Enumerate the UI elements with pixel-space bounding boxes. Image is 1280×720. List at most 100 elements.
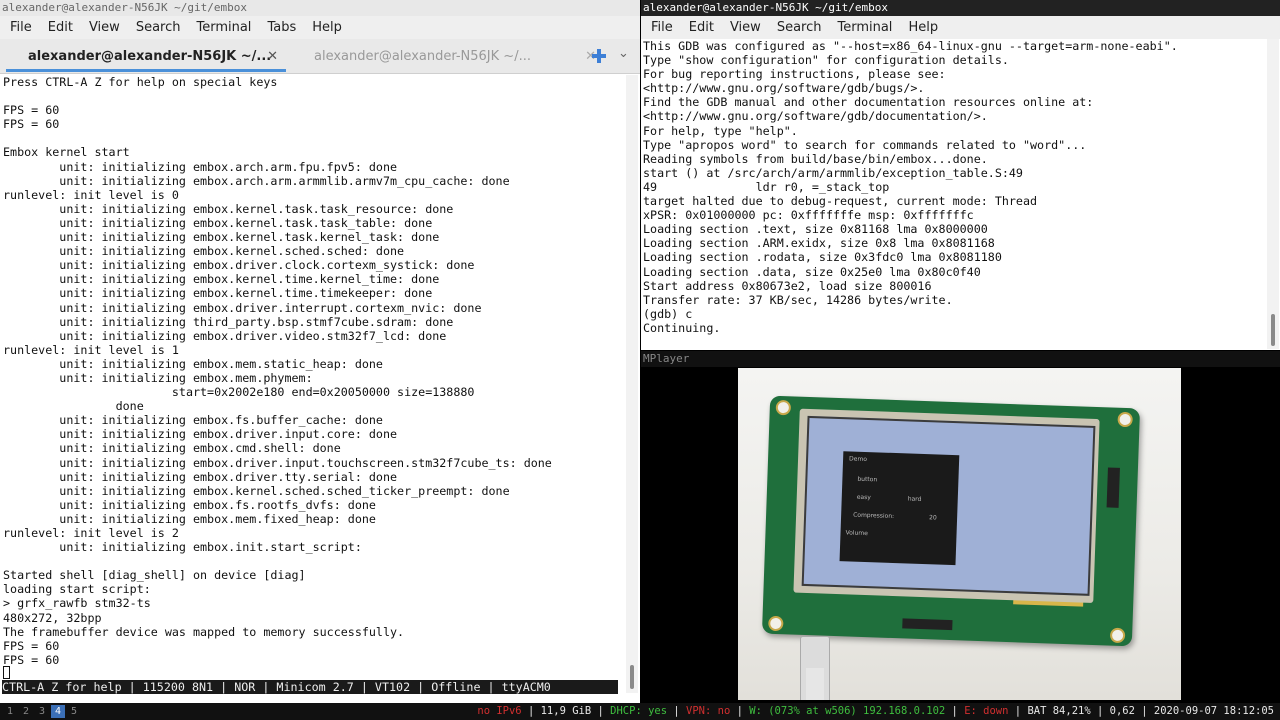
lcd-title: Demo bbox=[848, 455, 868, 464]
tab-label: alexander@alexander-N56JK ~/... bbox=[314, 49, 531, 64]
workspace-5[interactable]: 5 bbox=[67, 705, 81, 718]
terminal-line: xPSR: 0x01000000 pc: 0xfffffffe msp: 0xf… bbox=[643, 208, 974, 223]
scrollbar-thumb[interactable] bbox=[630, 665, 634, 689]
close-icon[interactable]: ✕ bbox=[267, 42, 278, 72]
menu-edit[interactable]: Edit bbox=[681, 20, 722, 35]
terminal-line: unit: initializing embox.fs.rootfs_dvfs:… bbox=[3, 497, 376, 512]
terminal-line: runlevel: init level is 2 bbox=[3, 526, 179, 540]
terminal-line: For help, type "help". bbox=[643, 123, 798, 138]
lcd-screen: Demo button easy hard Compression: 20 Vo… bbox=[801, 415, 1096, 596]
menu-view[interactable]: View bbox=[722, 20, 769, 35]
ethernet-status: E: down bbox=[964, 705, 1009, 717]
mount-hole bbox=[1117, 411, 1133, 428]
left-terminal-window[interactable]: alexander@alexander-N56JK ~/git/embox Fi… bbox=[0, 0, 640, 703]
terminal-line: Loading section .data, size 0x25e0 lma 0… bbox=[643, 264, 981, 279]
workspace-3[interactable]: 3 bbox=[35, 705, 49, 718]
terminal-line: start=0x2002e180 end=0x20050000 size=138… bbox=[3, 385, 475, 400]
terminal-line: Reading symbols from build/base/bin/embo… bbox=[643, 151, 988, 166]
battery-status: BAT 84,21% bbox=[1027, 705, 1091, 717]
lcd-bezel: Demo button easy hard Compression: 20 Vo… bbox=[793, 408, 1100, 604]
terminal-line: unit: initializing embox.kernel.task.tas… bbox=[3, 201, 454, 216]
minicom-output[interactable]: Press CTRL-A Z for help on special keys … bbox=[3, 75, 625, 675]
lcd-compression-value: 20 bbox=[928, 514, 937, 522]
new-tab-icon[interactable] bbox=[591, 48, 607, 64]
terminal-line: unit: initializing embox.kernel.task.tas… bbox=[3, 215, 433, 230]
workspace-2[interactable]: 2 bbox=[19, 705, 33, 718]
terminal-line: <http://www.gnu.org/software/gdb/documen… bbox=[643, 109, 988, 124]
menu-view[interactable]: View bbox=[81, 20, 128, 35]
right-window-title: alexander@alexander-N56JK ~/git/embox bbox=[641, 0, 1280, 16]
terminal-line: Type "apropos word" to search for comman… bbox=[643, 137, 1087, 152]
terminal-line: unit: initializing embox.arch.arm.armmli… bbox=[3, 173, 510, 188]
terminal-line: Loading section .rodata, size 0x3fdc0 lm… bbox=[643, 250, 1002, 265]
ethernet-cable bbox=[806, 668, 824, 700]
status-panel: 1 2 3 4 5 no IPv6 | 11,9 GiB | DHCP: yes… bbox=[0, 703, 1280, 720]
terminal-line: Type "show configuration" for configurat… bbox=[643, 53, 1009, 68]
wifi-status: W: (073% at w506) 192.168.0.102 bbox=[749, 705, 946, 717]
tab-bar: alexander@alexander-N56JK ~/... ✕ alexan… bbox=[0, 39, 640, 74]
tab-terminal-1[interactable]: alexander@alexander-N56JK ~/... ✕ bbox=[6, 42, 286, 72]
workspace-1[interactable]: 1 bbox=[3, 705, 17, 718]
terminal-line: (gdb) c bbox=[643, 306, 693, 321]
terminal-line: FPS = 60 bbox=[3, 117, 60, 132]
minicom-status-bar: CTRL-A Z for help | 115200 8N1 | NOR | M… bbox=[2, 680, 618, 694]
scrollbar-thumb[interactable] bbox=[1271, 314, 1275, 346]
terminal-line: unit: initializing embox.arch.arm.fpu.fp… bbox=[3, 159, 398, 174]
mount-hole bbox=[775, 399, 792, 416]
terminal-line: The framebuffer device was mapped to mem… bbox=[3, 624, 405, 639]
right-scrollbar[interactable] bbox=[1267, 39, 1279, 349]
gdb-output[interactable]: This GDB was configured as "--host=x86_6… bbox=[643, 39, 1265, 349]
terminal-line: Loading section .text, size 0x81168 lma … bbox=[643, 222, 988, 237]
chip bbox=[902, 618, 953, 631]
chevron-down-icon[interactable]: ⌄ bbox=[618, 46, 629, 61]
menu-help[interactable]: Help bbox=[900, 20, 946, 35]
left-scrollbar[interactable] bbox=[626, 75, 638, 693]
terminal-line: unit: initializing embox.driver.input.to… bbox=[3, 455, 552, 470]
terminal-line: unit: initializing embox.kernel.sched.sc… bbox=[3, 483, 510, 498]
menu-edit[interactable]: Edit bbox=[40, 20, 81, 35]
disk-status: 11,9 GiB bbox=[540, 705, 592, 717]
lcd-easy: easy bbox=[856, 493, 871, 502]
lcd-hard: hard bbox=[907, 495, 922, 503]
terminal-line: unit: initializing embox.driver.video.st… bbox=[3, 328, 447, 343]
terminal-line: unit: initializing embox.driver.clock.co… bbox=[3, 258, 475, 273]
left-menubar: File Edit View Search Terminal Tabs Help bbox=[0, 16, 640, 39]
terminal-line: Loading section .ARM.exidx, size 0x8 lma… bbox=[643, 236, 995, 251]
terminal-line: Continuing. bbox=[643, 320, 721, 335]
workspace-4[interactable]: 4 bbox=[51, 705, 65, 718]
menu-tabs[interactable]: Tabs bbox=[259, 20, 304, 35]
dhcp-status: DHCP: yes bbox=[610, 705, 668, 717]
terminal-line: 49 ldr r0, =_stack_top bbox=[643, 179, 890, 194]
video-frame[interactable]: Demo button easy hard Compression: 20 Vo… bbox=[738, 368, 1181, 700]
mplayer-window[interactable]: MPlayer Demo button easy hard Compressio… bbox=[641, 351, 1280, 703]
menu-terminal[interactable]: Terminal bbox=[829, 20, 900, 35]
terminal-line: unit: initializing embox.kernel.sched.sc… bbox=[3, 244, 405, 259]
terminal-line: FPS = 60 bbox=[3, 652, 60, 667]
tab-terminal-2[interactable]: alexander@alexander-N56JK ~/... ✕ bbox=[292, 42, 604, 72]
i3status-line: no IPv6 | 11,9 GiB | DHCP: yes | VPN: no… bbox=[477, 705, 1274, 717]
terminal-line: unit: initializing embox.kernel.task.ker… bbox=[3, 230, 440, 245]
menu-search[interactable]: Search bbox=[769, 20, 830, 35]
terminal-line: unit: initializing embox.driver.input.co… bbox=[3, 427, 398, 442]
chip bbox=[1106, 467, 1120, 508]
menu-file[interactable]: File bbox=[643, 20, 681, 35]
terminal-line: This GDB was configured as "--host=x86_6… bbox=[643, 39, 1178, 53]
stm32-board-image: Demo button easy hard Compression: 20 Vo… bbox=[761, 395, 1141, 647]
terminal-line: FPS = 60 bbox=[3, 103, 60, 118]
mplayer-title: MPlayer bbox=[641, 351, 1280, 367]
lcd-compression-label: Compression: bbox=[853, 511, 895, 521]
menu-file[interactable]: File bbox=[2, 20, 40, 35]
terminal-line: unit: initializing embox.kernel.time.ker… bbox=[3, 272, 440, 287]
gdb-terminal-window[interactable]: alexander@alexander-N56JK ~/git/embox Fi… bbox=[641, 0, 1280, 350]
menu-search[interactable]: Search bbox=[128, 20, 189, 35]
terminal-cursor bbox=[3, 666, 10, 679]
terminal-line: Embox kernel start bbox=[3, 145, 130, 160]
menu-terminal[interactable]: Terminal bbox=[188, 20, 259, 35]
terminal-line: Started shell [diag_shell] on device [di… bbox=[3, 568, 306, 583]
right-menubar: File Edit View Search Terminal Help bbox=[641, 16, 1280, 39]
terminal-line: Find the GDB manual and other documentat… bbox=[643, 95, 1094, 110]
menu-help[interactable]: Help bbox=[304, 20, 350, 35]
terminal-line: loading start script: bbox=[3, 582, 151, 597]
